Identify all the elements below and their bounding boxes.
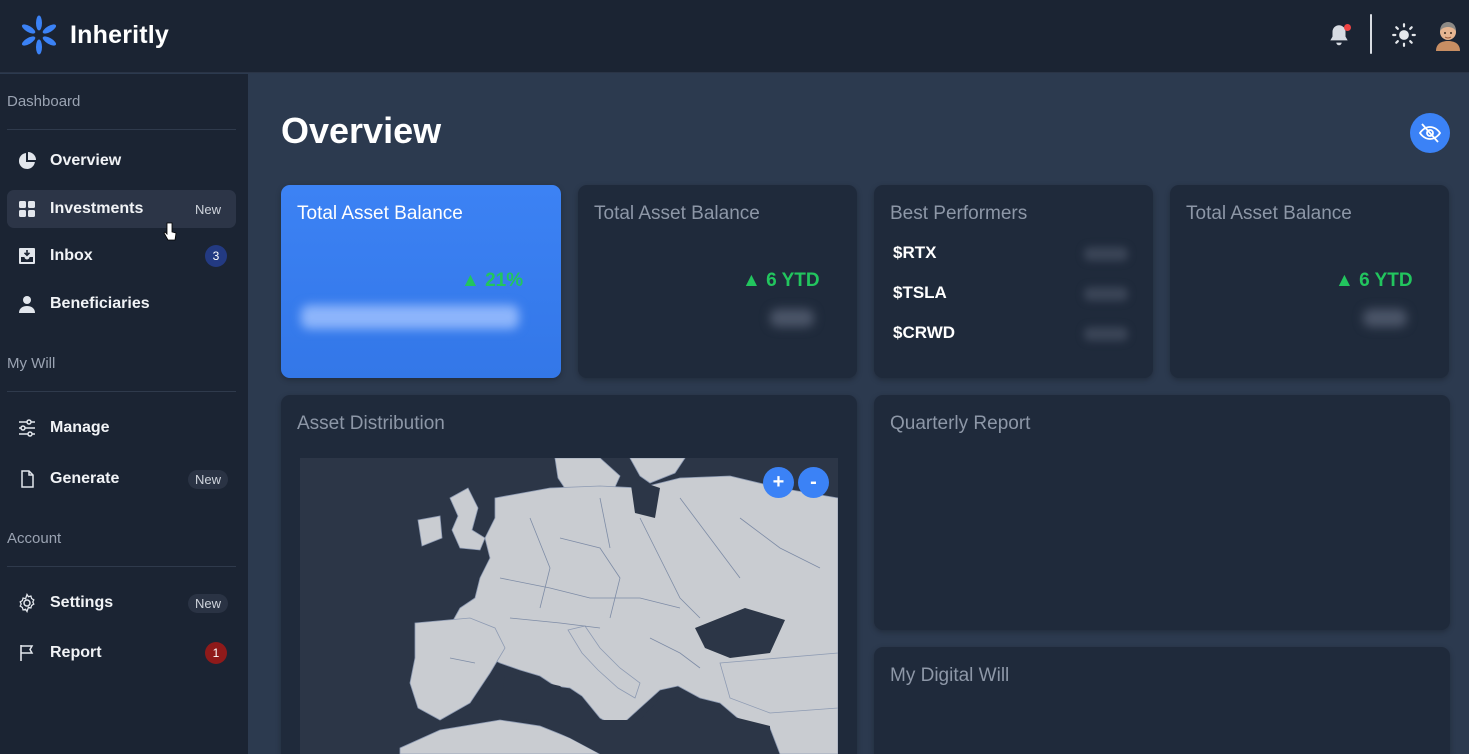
hidden-value [1084,327,1128,341]
pointer-cursor-icon [163,222,177,241]
card-title: Total Asset Balance [297,203,463,224]
section-title-dashboard: Dashboard [7,93,81,110]
sidebar-item-generate[interactable]: Generate New [7,460,236,498]
panel-title: My Digital Will [890,665,1010,686]
performer-ticker: $RTX [893,243,937,262]
hidden-value [1084,247,1128,261]
gear-icon [19,593,35,613]
top-bar: Inheritly [0,0,1469,73]
section-divider [7,129,236,130]
sidebar-item-label: Manage [50,419,110,436]
sidebar-item-overview[interactable]: Overview [7,142,236,180]
section-divider [7,391,236,392]
growth-indicator: ▲ 6 YTD [742,270,820,291]
new-tag: New [187,469,228,489]
report-count-badge: 1 [205,642,227,664]
inbox-icon [19,248,35,264]
divider [1370,14,1372,54]
total-asset-balance-card[interactable]: Total Asset Balance ▲ 6 YTD [1170,185,1449,378]
logo-icon [21,15,57,55]
bell-icon[interactable] [1326,22,1352,48]
card-title: Total Asset Balance [1186,203,1352,224]
page-title: Overview [281,110,442,151]
sidebar-item-label: Settings [50,594,114,611]
brand-name: Inheritly [70,20,170,49]
section-title-account: Account [7,530,62,547]
growth-indicator: ▲ 21% [461,270,524,291]
zoom-out-button[interactable]: - [798,467,829,498]
card-title: Best Performers [890,203,1028,224]
performer-ticker: $TSLA [893,283,947,302]
user-icon [19,296,35,313]
grid-icon [19,201,35,217]
sidebar-item-label: Generate [50,470,120,487]
growth-indicator: ▲ 6 YTD [1335,270,1413,291]
total-asset-balance-card[interactable]: Total Asset Balance ▲ 21% [281,185,561,378]
eye-off-icon [1418,123,1442,143]
panel-title: Asset Distribution [297,413,445,434]
sidebar-item-label: Inbox [50,247,93,264]
sidebar-item-beneficiaries[interactable]: Beneficiaries [7,285,236,323]
europe-map[interactable] [300,458,838,754]
best-performers-card[interactable]: Best Performers $RTX $TSLA $CRWD [874,185,1153,378]
user-avatar[interactable] [1433,19,1463,51]
file-icon [21,470,34,488]
performer-ticker: $CRWD [893,323,956,342]
hidden-value [1084,287,1128,301]
hidden-balance [770,309,814,327]
sidebar-item-settings[interactable]: Settings New [7,584,236,622]
inbox-count-badge: 3 [205,245,227,267]
sidebar-item-investments[interactable]: Investments New [7,190,236,228]
digital-will-panel: My Digital Will [874,647,1450,754]
sidebar-item-label: Report [50,644,102,661]
sidebar: Dashboard Overview Investments New Inbox… [0,74,248,754]
sun-icon[interactable] [1391,22,1417,48]
quarterly-report-panel: Quarterly Report [874,395,1450,630]
sidebar-item-report[interactable]: Report 1 [7,634,236,672]
sidebar-item-label: Overview [50,152,122,169]
brand[interactable]: Inheritly [18,14,169,56]
card-title: Total Asset Balance [594,203,760,224]
sidebar-item-label: Beneficiaries [50,295,150,312]
panel-title: Quarterly Report [890,413,1031,434]
sidebar-item-label: Investments [50,200,144,217]
section-title-my-will: My Will [7,355,56,372]
total-asset-balance-card[interactable]: Total Asset Balance ▲ 6 YTD [578,185,857,378]
zoom-in-button[interactable]: + [763,467,794,498]
section-divider [7,566,236,567]
notification-dot [1344,24,1351,31]
sidebar-item-manage[interactable]: Manage [7,409,236,447]
new-tag: New [187,593,228,613]
hidden-balance [301,305,519,329]
sidebar-item-inbox[interactable]: Inbox 3 [7,237,236,275]
flag-icon [20,645,34,661]
hide-values-button[interactable] [1410,113,1450,153]
sliders-icon [19,419,35,437]
new-tag: New [194,201,221,217]
hidden-balance [1363,309,1407,327]
pie-chart-icon [18,152,36,169]
